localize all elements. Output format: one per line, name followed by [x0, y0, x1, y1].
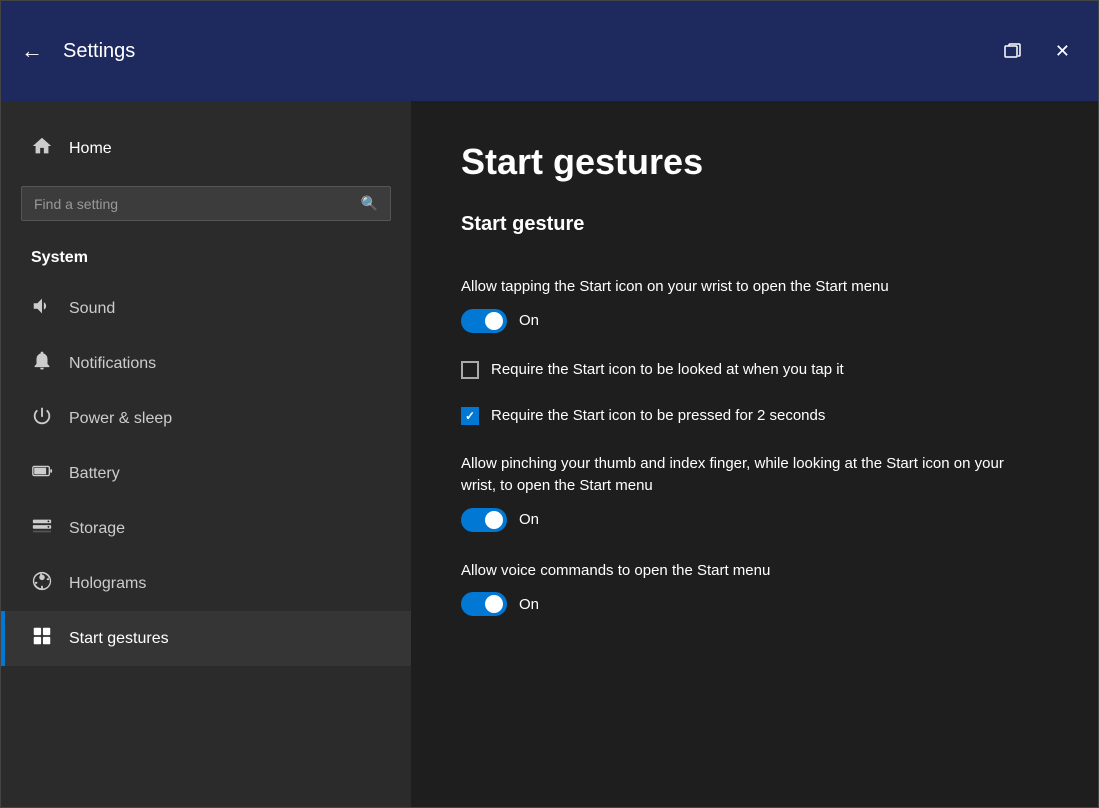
home-label: Home: [69, 140, 112, 158]
sidebar-item-holograms[interactable]: Holograms: [1, 556, 411, 611]
content-area: Start gestures Start gesture Allow tappi…: [411, 101, 1098, 807]
holograms-label: Holograms: [69, 575, 146, 593]
toggle-tap-start[interactable]: [461, 309, 507, 333]
setting-voice-description: Allow voice commands to open the Start m…: [461, 560, 1011, 583]
restore-icon: [1003, 41, 1023, 61]
checkbox-look-label: Require the Start icon to be looked at w…: [491, 361, 844, 378]
setting-require-look: Require the Start icon to be looked at w…: [461, 361, 1048, 379]
close-button[interactable]: ✕: [1047, 37, 1078, 66]
toggle-row-voice: On: [461, 592, 1048, 616]
toggle-tap-label: On: [519, 312, 539, 329]
back-button[interactable]: ←: [21, 38, 43, 64]
battery-icon: [31, 460, 53, 487]
toggle-voice-label: On: [519, 596, 539, 613]
section-title: Start gesture: [461, 213, 1048, 246]
sidebar-item-power[interactable]: Power & sleep: [1, 391, 411, 446]
sound-label: Sound: [69, 300, 115, 318]
start-gestures-icon: [31, 625, 53, 652]
toggle-pinch[interactable]: [461, 508, 507, 532]
sidebar-item-sound[interactable]: Sound: [1, 281, 411, 336]
titlebar-controls: ✕: [995, 37, 1078, 66]
setting-tap-start-icon: Allow tapping the Start icon on your wri…: [461, 276, 1048, 333]
storage-label: Storage: [69, 520, 125, 538]
setting-pinch-gesture: Allow pinching your thumb and index fing…: [461, 453, 1048, 532]
notifications-label: Notifications: [69, 355, 156, 373]
toggle-row-pinch: On: [461, 508, 1048, 532]
titlebar-title: Settings: [63, 40, 995, 63]
section-label: System: [1, 241, 411, 281]
setting-pinch-description: Allow pinching your thumb and index fing…: [461, 453, 1011, 498]
power-icon: [31, 405, 53, 432]
setting-require-press: Require the Start icon to be pressed for…: [461, 407, 1048, 425]
sidebar-item-notifications[interactable]: Notifications: [1, 336, 411, 391]
checkbox-row-press: Require the Start icon to be pressed for…: [461, 407, 1048, 425]
titlebar: ← Settings ✕: [1, 1, 1098, 101]
toggle-row-tap: On: [461, 309, 1048, 333]
toggle-voice[interactable]: [461, 592, 507, 616]
setting-voice-commands: Allow voice commands to open the Start m…: [461, 560, 1048, 617]
checkbox-press-label: Require the Start icon to be pressed for…: [491, 407, 825, 424]
sidebar-item-storage[interactable]: Storage: [1, 501, 411, 556]
checkbox-row-look: Require the Start icon to be looked at w…: [461, 361, 1048, 379]
restore-button[interactable]: [995, 37, 1031, 65]
checkbox-require-look[interactable]: [461, 361, 479, 379]
sidebar-item-battery[interactable]: Battery: [1, 446, 411, 501]
checkbox-require-press[interactable]: [461, 407, 479, 425]
start-gestures-label: Start gestures: [69, 630, 169, 648]
sidebar: Home 🔍 System Sound Notifications: [1, 101, 411, 807]
main-area: Home 🔍 System Sound Notifications: [1, 101, 1098, 807]
sidebar-item-start-gestures[interactable]: Start gestures: [1, 611, 411, 666]
home-icon: [31, 135, 53, 162]
page-title: Start gestures: [461, 141, 1048, 183]
search-input[interactable]: [34, 196, 353, 212]
notifications-icon: [31, 350, 53, 377]
power-label: Power & sleep: [69, 410, 172, 428]
storage-icon: [31, 515, 53, 542]
search-icon: 🔍: [361, 195, 378, 212]
toggle-pinch-label: On: [519, 511, 539, 528]
battery-label: Battery: [69, 465, 120, 483]
setting-tap-description: Allow tapping the Start icon on your wri…: [461, 276, 1011, 299]
search-box: 🔍: [21, 186, 391, 221]
holograms-icon: [31, 570, 53, 597]
sound-icon: [31, 295, 53, 322]
sidebar-item-home[interactable]: Home: [1, 121, 411, 176]
settings-window: ← Settings ✕ Home: [0, 0, 1099, 808]
